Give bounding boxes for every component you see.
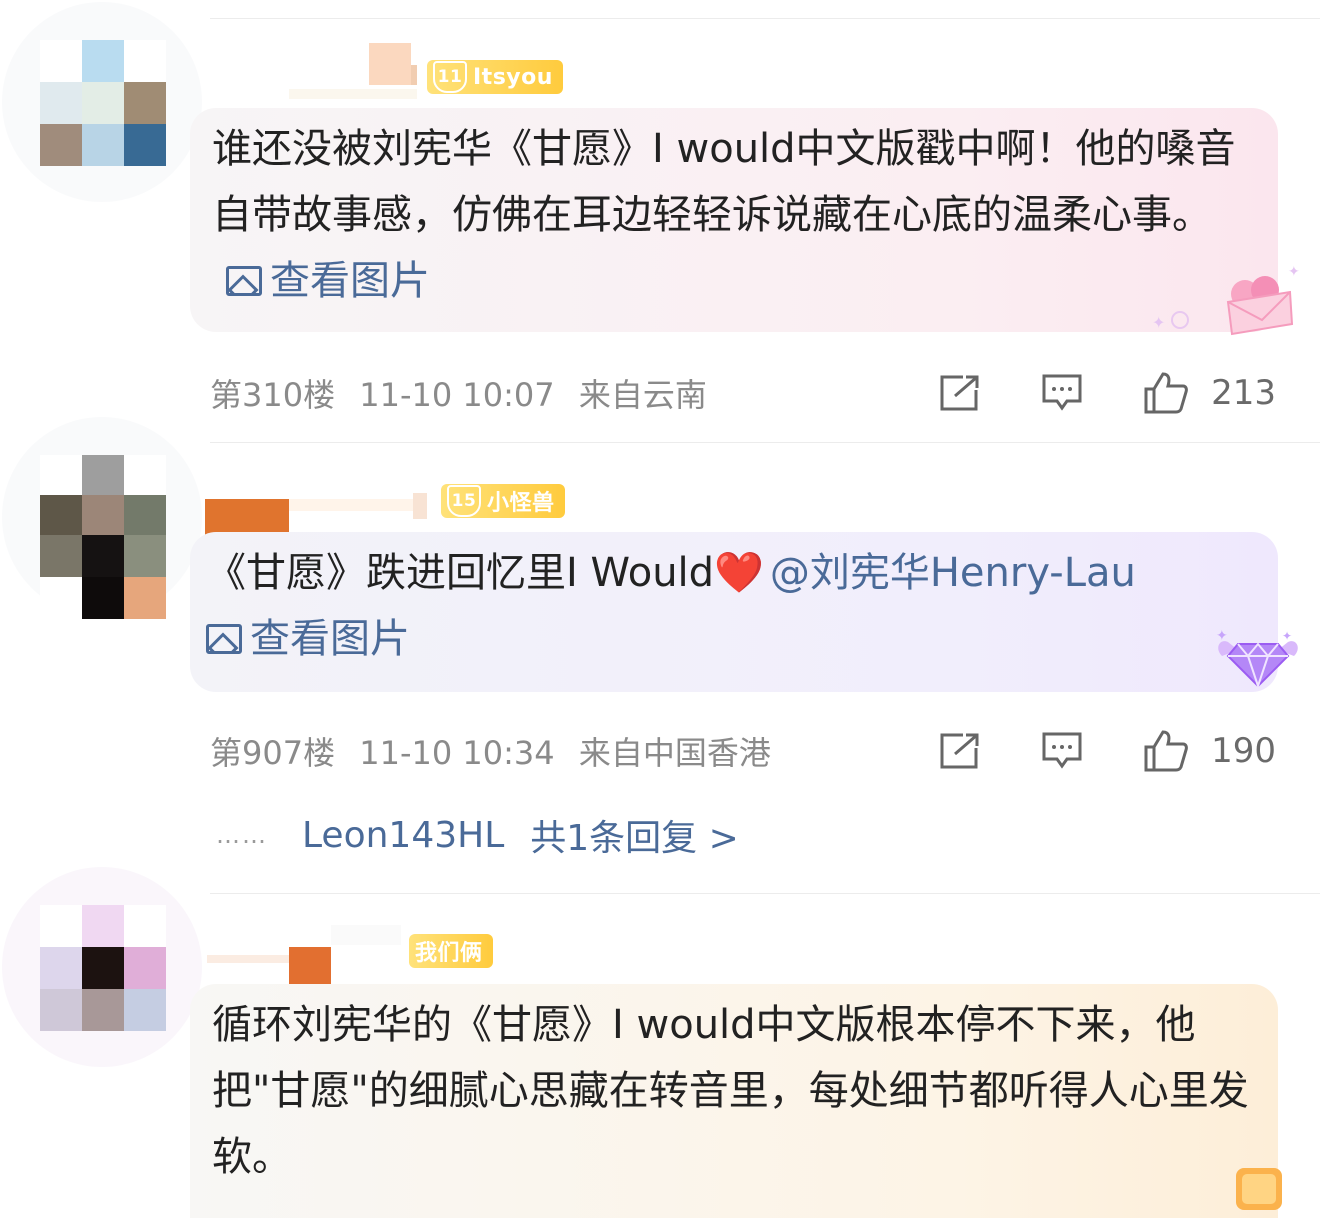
location: 来自云南 xyxy=(578,376,707,414)
comment-bubble: 谁还没被刘宪华《甘愿》I would中文版戳中啊！他的嗓音自带故事感，仿佛在耳边… xyxy=(190,108,1278,332)
reply-username[interactable]: Leon143HL xyxy=(302,815,504,856)
level-badge[interactable]: 我们俩 xyxy=(409,934,493,968)
view-image-label: 查看图片 xyxy=(250,616,410,662)
comment-icon xyxy=(1042,374,1082,411)
reply-preview[interactable]: …… Leon143HL 共1条回复 > xyxy=(216,810,739,860)
username-pixelated[interactable] xyxy=(205,925,405,989)
floor-number: 第907楼 xyxy=(210,734,336,772)
reply-count-link[interactable]: 共1条回复 > xyxy=(530,809,739,861)
mention-link[interactable]: @刘宪华Henry-Lau xyxy=(770,550,1136,596)
meta-info: 第907楼 11-10 10:34 来自中国香港 xyxy=(210,728,879,774)
share-icon xyxy=(940,733,979,769)
svg-text:✦: ✦ xyxy=(1282,629,1292,643)
image-icon xyxy=(226,266,262,296)
meta-info: 第310楼 11-10 10:07 来自云南 xyxy=(210,370,879,416)
comment-icon xyxy=(1042,732,1082,769)
like-icon xyxy=(1144,372,1188,414)
view-image-label: 查看图片 xyxy=(270,258,430,304)
like-button[interactable]: 213 xyxy=(1143,371,1276,415)
avatar[interactable] xyxy=(2,417,202,619)
like-count: 190 xyxy=(1211,731,1276,771)
timestamp: 11-10 10:34 xyxy=(359,734,555,772)
like-icon xyxy=(1144,730,1188,772)
share-button[interactable] xyxy=(939,374,981,412)
red-heart-emoji: ❤️ xyxy=(714,550,764,596)
comment-text: 谁还没被刘宪华《甘愿》I would中文版戳中啊！他的嗓音自带故事感，仿佛在耳边… xyxy=(212,126,1236,238)
svg-text:✦: ✦ xyxy=(1288,264,1300,280)
reply-dots: …… xyxy=(216,821,268,849)
level-badge[interactable]: 15 小怪兽 xyxy=(441,484,565,518)
comment-bubble: 循环刘宪华的《甘愿》I would中文版根本停不下来，他把"甘愿"的细腻心思藏在… xyxy=(190,984,1278,1218)
comment-text: 循环刘宪华的《甘愿》I would中文版根本停不下来，他把"甘愿"的细腻心思藏在… xyxy=(212,1002,1249,1180)
floor-number: 第310楼 xyxy=(210,376,336,414)
like-count: 213 xyxy=(1211,373,1276,413)
badge-text: 小怪兽 xyxy=(487,491,555,516)
divider xyxy=(210,893,1320,894)
comment-button[interactable] xyxy=(1041,731,1083,771)
share-icon xyxy=(940,375,979,411)
divider xyxy=(210,442,1320,443)
avatar[interactable] xyxy=(2,867,202,1067)
view-image-link[interactable]: 查看图片 xyxy=(206,616,410,662)
level-number: 11 xyxy=(433,61,467,93)
username-row: 11 Itsyou xyxy=(205,43,563,102)
timestamp: 11-10 10:07 xyxy=(359,376,555,414)
badge-text: 我们俩 xyxy=(415,941,483,966)
level-number: 15 xyxy=(447,485,481,517)
divider-top xyxy=(210,18,1320,19)
comment-text: 《甘愿》跌进回忆里I Would xyxy=(206,550,715,596)
svg-text:✦: ✦ xyxy=(1152,313,1165,332)
share-button[interactable] xyxy=(939,732,981,770)
level-badge[interactable]: 11 Itsyou xyxy=(427,60,563,94)
trophy-decoration-icon xyxy=(1236,1168,1282,1210)
username-pixelated[interactable] xyxy=(205,43,417,99)
view-image-link[interactable]: 查看图片 xyxy=(226,258,430,304)
like-button[interactable]: 190 xyxy=(1143,729,1276,773)
comment-meta: 第310楼 11-10 10:07 来自云南 213 xyxy=(210,368,1276,418)
svg-text:✦: ✦ xyxy=(1216,628,1228,644)
username-row: 我们俩 xyxy=(205,925,493,989)
comment-button[interactable] xyxy=(1041,373,1083,413)
heart-envelope-decoration-icon: ✦ ✦ xyxy=(1152,264,1300,336)
badge-text: Itsyou xyxy=(473,64,553,90)
avatar[interactable] xyxy=(2,2,202,202)
comment-bubble: 《甘愿》跌进回忆里I Would❤️ @刘宪华Henry-Lau 查看图片 xyxy=(190,532,1278,692)
location: 来自中国香港 xyxy=(578,734,771,772)
avatar-image xyxy=(40,40,166,166)
comment-meta: 第907楼 11-10 10:34 来自中国香港 190 xyxy=(210,726,1276,776)
diamond-badge-decoration-icon: ✦ ✦ xyxy=(1216,628,1298,690)
username-row: 15 小怪兽 xyxy=(205,476,565,539)
username-pixelated[interactable] xyxy=(205,479,427,539)
avatar-image xyxy=(40,455,166,619)
image-icon xyxy=(206,624,242,654)
avatar-image xyxy=(40,905,166,1031)
